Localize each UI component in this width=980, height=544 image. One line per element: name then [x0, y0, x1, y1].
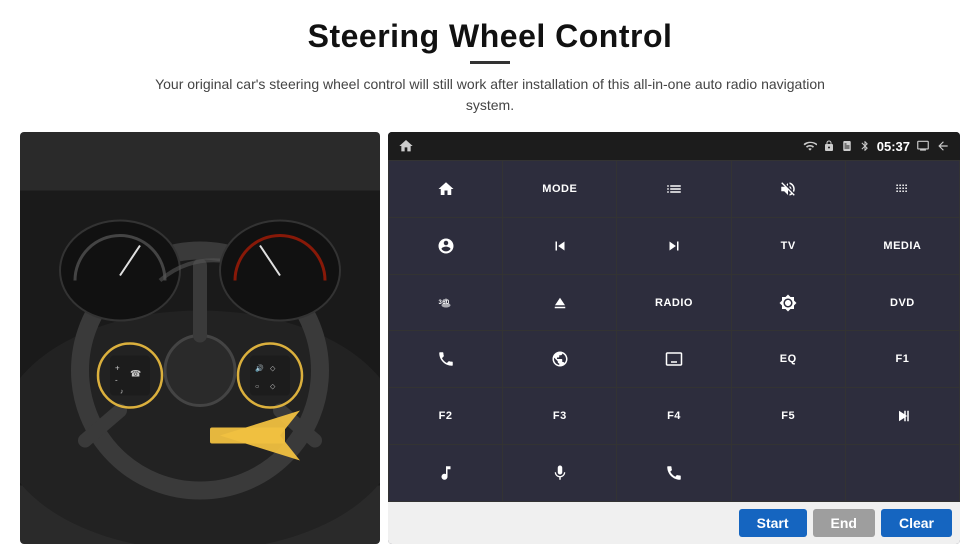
btn-hangup[interactable] [617, 445, 730, 501]
btn-mic[interactable] [503, 445, 616, 501]
btn-home[interactable] [389, 161, 502, 217]
btn-brightness[interactable] [732, 275, 845, 331]
btn-f5[interactable]: F5 [732, 388, 845, 444]
back-icon [936, 139, 950, 153]
globe-icon [551, 350, 569, 368]
time-display: 05:37 [877, 139, 910, 154]
playpause-icon [893, 407, 911, 425]
btn-empty1[interactable] [732, 445, 845, 501]
list-icon [665, 180, 683, 198]
btn-f3[interactable]: F3 [503, 388, 616, 444]
brightness-icon [779, 294, 797, 312]
btn-radio[interactable]: RADIO [617, 275, 730, 331]
btn-dvd[interactable]: DVD [846, 275, 959, 331]
subtitle: Your original car's steering wheel contr… [140, 74, 840, 116]
btn-prev[interactable] [503, 218, 616, 274]
btn-list[interactable] [617, 161, 730, 217]
svg-text:♪: ♪ [120, 389, 124, 396]
display-icon [665, 350, 683, 368]
start-button[interactable]: Start [739, 509, 807, 537]
eject-icon [551, 294, 569, 312]
wifi-icon [803, 139, 817, 153]
apps-icon [893, 180, 911, 198]
status-right: 05:37 [803, 139, 950, 154]
page-container: Steering Wheel Control Your original car… [0, 0, 980, 544]
btn-next[interactable] [617, 218, 730, 274]
control-panel: 05:37 MODE [388, 132, 960, 544]
btn-media[interactable]: MEDIA [846, 218, 959, 274]
content-section: + - ☎ ♪ 🔊 ◇ ○ ◇ [0, 124, 980, 544]
music-icon [437, 464, 455, 482]
svg-text:◇: ◇ [270, 384, 276, 391]
status-left [398, 138, 414, 154]
svg-text:-: - [115, 376, 118, 385]
svg-text:◇: ◇ [270, 366, 276, 373]
title-divider [470, 61, 510, 64]
status-bar: 05:37 [388, 132, 960, 160]
lock-icon [823, 140, 835, 152]
btn-mode[interactable]: MODE [503, 161, 616, 217]
btn-360[interactable]: 360 [389, 275, 502, 331]
home-btn-icon [437, 180, 455, 198]
bluetooth-icon [859, 140, 871, 152]
svg-text:☎: ☎ [130, 369, 141, 379]
btn-phone[interactable] [389, 331, 502, 387]
btn-settings[interactable] [389, 218, 502, 274]
mute-icon [779, 180, 797, 198]
btn-eq[interactable]: EQ [732, 331, 845, 387]
btn-f2[interactable]: F2 [389, 388, 502, 444]
phone-icon [437, 350, 455, 368]
clear-button[interactable]: Clear [881, 509, 952, 537]
svg-text:+: + [115, 364, 120, 373]
360-icon: 360 [437, 294, 455, 312]
settings-icon [437, 237, 455, 255]
svg-text:🔊: 🔊 [255, 364, 264, 373]
btn-eject[interactable] [503, 275, 616, 331]
btn-apps[interactable] [846, 161, 959, 217]
hangup-icon [665, 464, 683, 482]
action-bar: Start End Clear [388, 502, 960, 544]
next-icon [665, 237, 683, 255]
screen-icon [916, 139, 930, 153]
btn-music[interactable] [389, 445, 502, 501]
svg-text:○: ○ [255, 384, 259, 391]
btn-display[interactable] [617, 331, 730, 387]
home-icon [398, 138, 414, 154]
btn-f4[interactable]: F4 [617, 388, 730, 444]
page-title: Steering Wheel Control [40, 18, 940, 55]
buttons-grid: MODE TV [388, 160, 960, 502]
sim-icon [841, 140, 853, 152]
mic-icon [551, 464, 569, 482]
btn-tv[interactable]: TV [732, 218, 845, 274]
end-button[interactable]: End [813, 509, 875, 537]
btn-mute[interactable] [732, 161, 845, 217]
car-image: + - ☎ ♪ 🔊 ◇ ○ ◇ [20, 132, 380, 544]
prev-icon [551, 237, 569, 255]
btn-globe[interactable] [503, 331, 616, 387]
btn-playpause[interactable] [846, 388, 959, 444]
header-section: Steering Wheel Control Your original car… [0, 0, 980, 124]
btn-f1[interactable]: F1 [846, 331, 959, 387]
btn-empty2[interactable] [846, 445, 959, 501]
